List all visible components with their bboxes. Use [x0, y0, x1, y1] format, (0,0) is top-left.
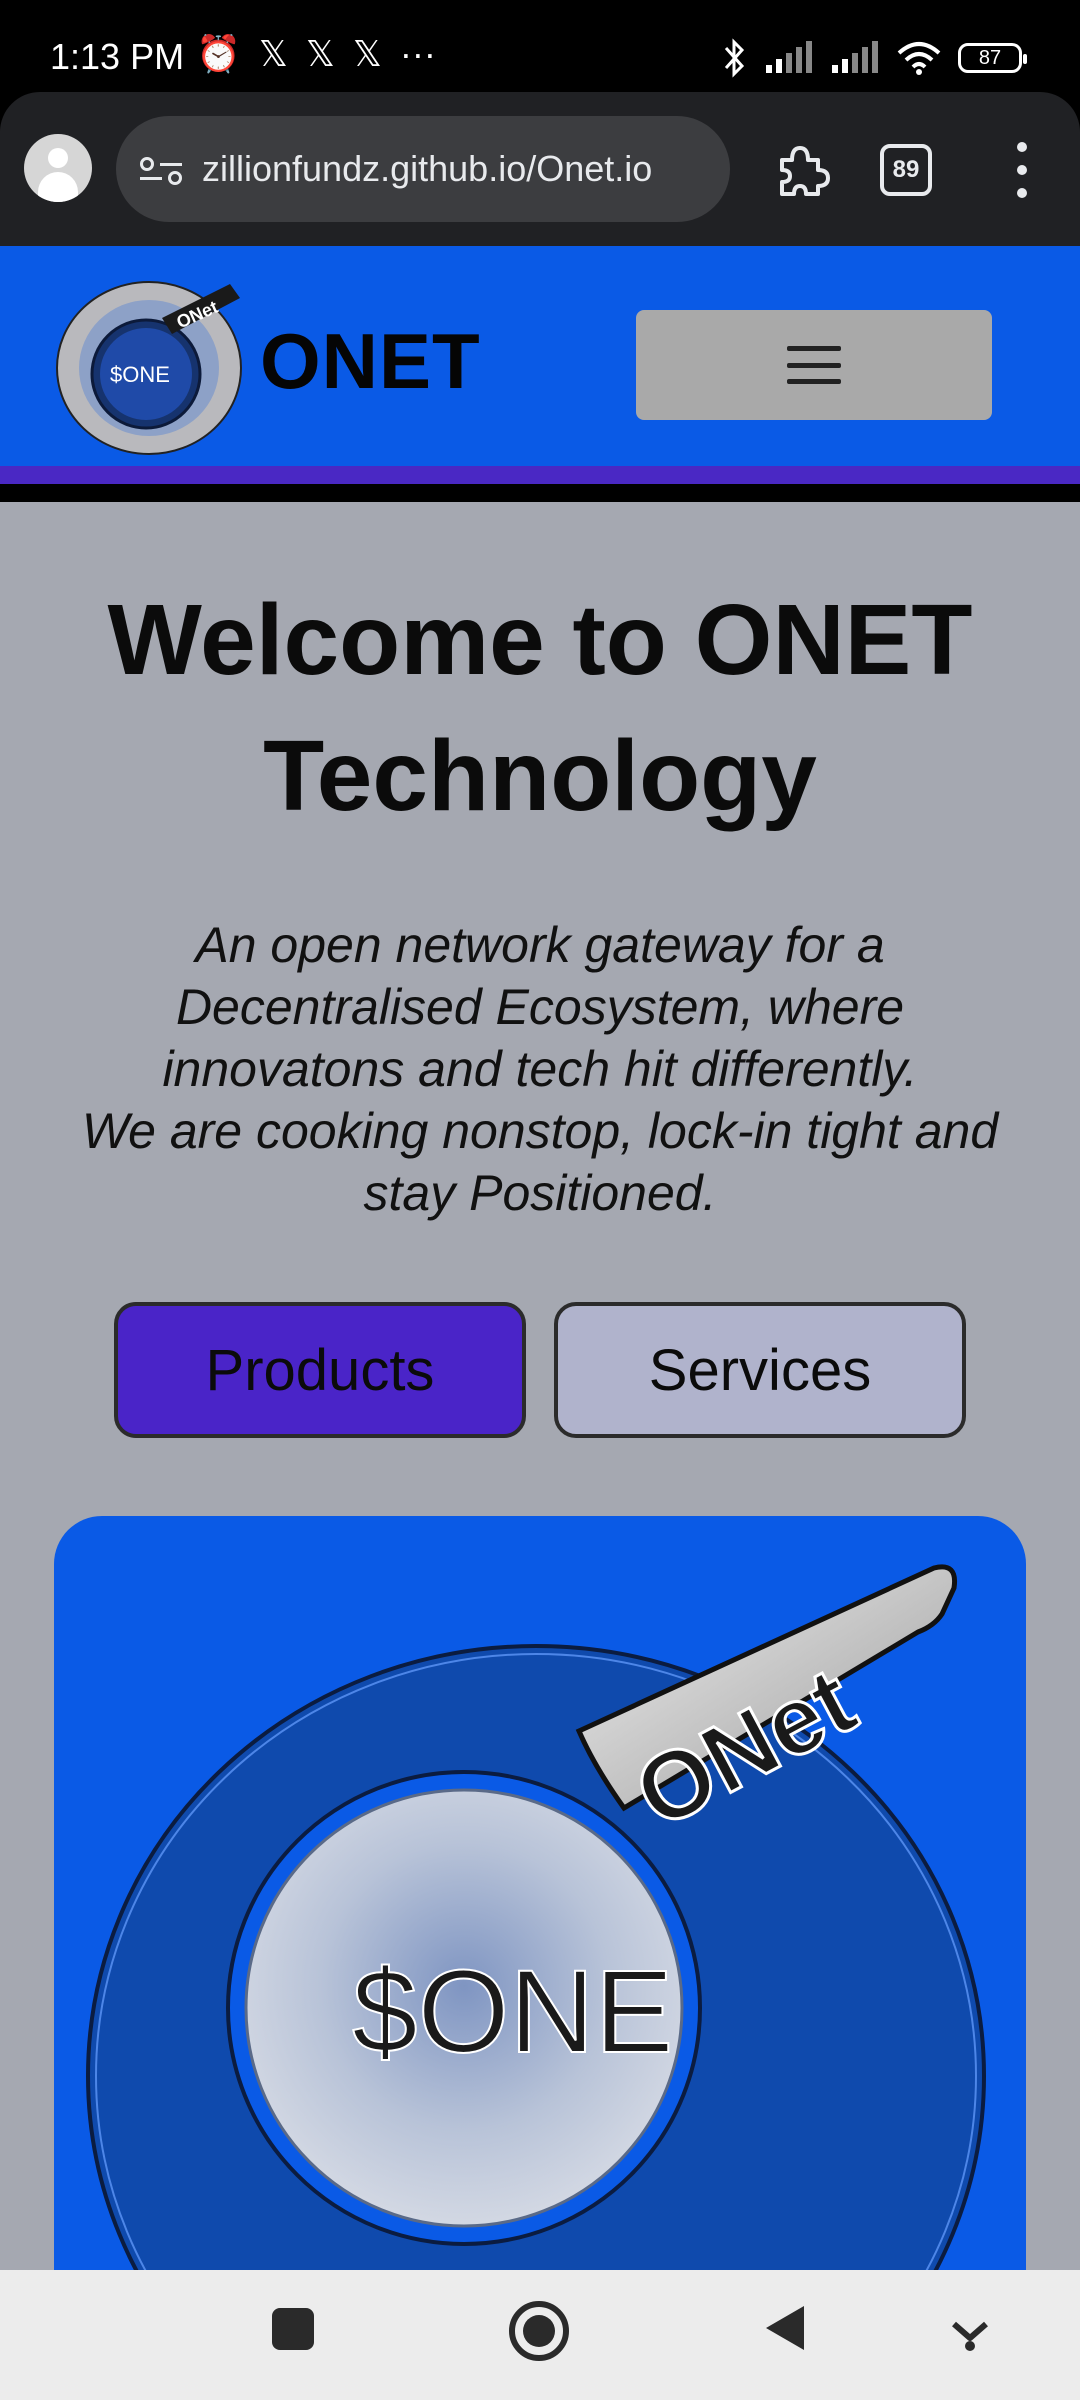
hero-title-line: Technology — [263, 720, 817, 832]
back-button[interactable] — [762, 2302, 808, 2354]
tagline-line: Decentralised Ecosystem, where — [175, 979, 905, 1035]
onet-hero-logo: ONet $ONE — [86, 1564, 986, 2270]
system-navigation-bar — [0, 2270, 1080, 2400]
address-bar[interactable]: zillionfundz.github.io/Onet.io — [116, 116, 730, 222]
url-text[interactable]: zillionfundz.github.io/Onet.io — [202, 148, 652, 190]
system-icons: 87 — [722, 38, 1027, 78]
more-dots-icon: ··· — [399, 33, 436, 74]
brand-name[interactable]: ONET — [260, 316, 481, 407]
status-bar: 1:13 PM ⏰ 𝕏 𝕏 𝕏 ··· 87 — [0, 0, 1080, 96]
bluetooth-icon — [724, 38, 745, 78]
signal-icon — [832, 41, 878, 73]
browser-toolbar: zillionfundz.github.io/Onet.io 89 — [0, 92, 1080, 246]
notification-icons: ⏰ 𝕏 𝕏 𝕏 ··· — [196, 36, 436, 72]
home-button[interactable] — [508, 2300, 570, 2362]
tab-switcher-button[interactable]: 89 — [880, 144, 932, 196]
products-button[interactable]: Products — [114, 1302, 526, 1438]
profile-avatar[interactable] — [24, 134, 92, 202]
recents-button[interactable] — [270, 2306, 316, 2352]
tab-count: 89 — [892, 156, 920, 183]
tagline-line: stay Positioned. — [363, 1165, 717, 1221]
logo-center-text: $ONE — [110, 362, 170, 387]
puzzle-extension-icon[interactable] — [772, 140, 832, 200]
main-content: Welcome to ONET Technology An open netwo… — [0, 502, 1080, 2270]
x-logo-icon: 𝕏 — [305, 33, 335, 74]
hamburger-menu-button[interactable] — [636, 310, 992, 420]
status-time: 1:13 PM — [50, 36, 185, 77]
battery-level: 87 — [978, 46, 1002, 69]
alarm-icon: ⏰ — [196, 33, 241, 74]
menu-icon — [787, 346, 841, 384]
hero-title-line: Welcome to ONET — [107, 584, 973, 696]
tagline-line: innovatons and tech hit differently. — [162, 1041, 918, 1097]
hero-logo-center-text: $ONE — [352, 1946, 673, 2078]
tagline-line: An open network gateway for a — [195, 917, 885, 973]
x-logo-icon: 𝕏 — [258, 33, 288, 74]
battery-indicator: 87 — [958, 43, 1027, 73]
hero-title: Welcome to ONET Technology — [40, 572, 1040, 844]
services-button[interactable]: Services — [554, 1302, 966, 1438]
tagline-line: We are cooking nonstop, lock-in tight an… — [81, 1103, 999, 1159]
site-settings-icon[interactable] — [140, 153, 182, 185]
browser-menu-icon[interactable] — [1010, 142, 1034, 198]
collapse-nav-icon[interactable] — [950, 2312, 990, 2352]
wifi-icon — [897, 42, 941, 75]
signal-icon — [766, 41, 812, 73]
onet-logo-icon[interactable]: ONet $ONE — [54, 276, 244, 456]
site-header: ONet $ONE ONET — [0, 246, 1080, 484]
hero-logo-card: ONet $ONE — [54, 1516, 1026, 2270]
x-logo-icon: 𝕏 — [352, 33, 382, 74]
hero-tagline: An open network gateway for a Decentrali… — [50, 914, 1030, 1224]
